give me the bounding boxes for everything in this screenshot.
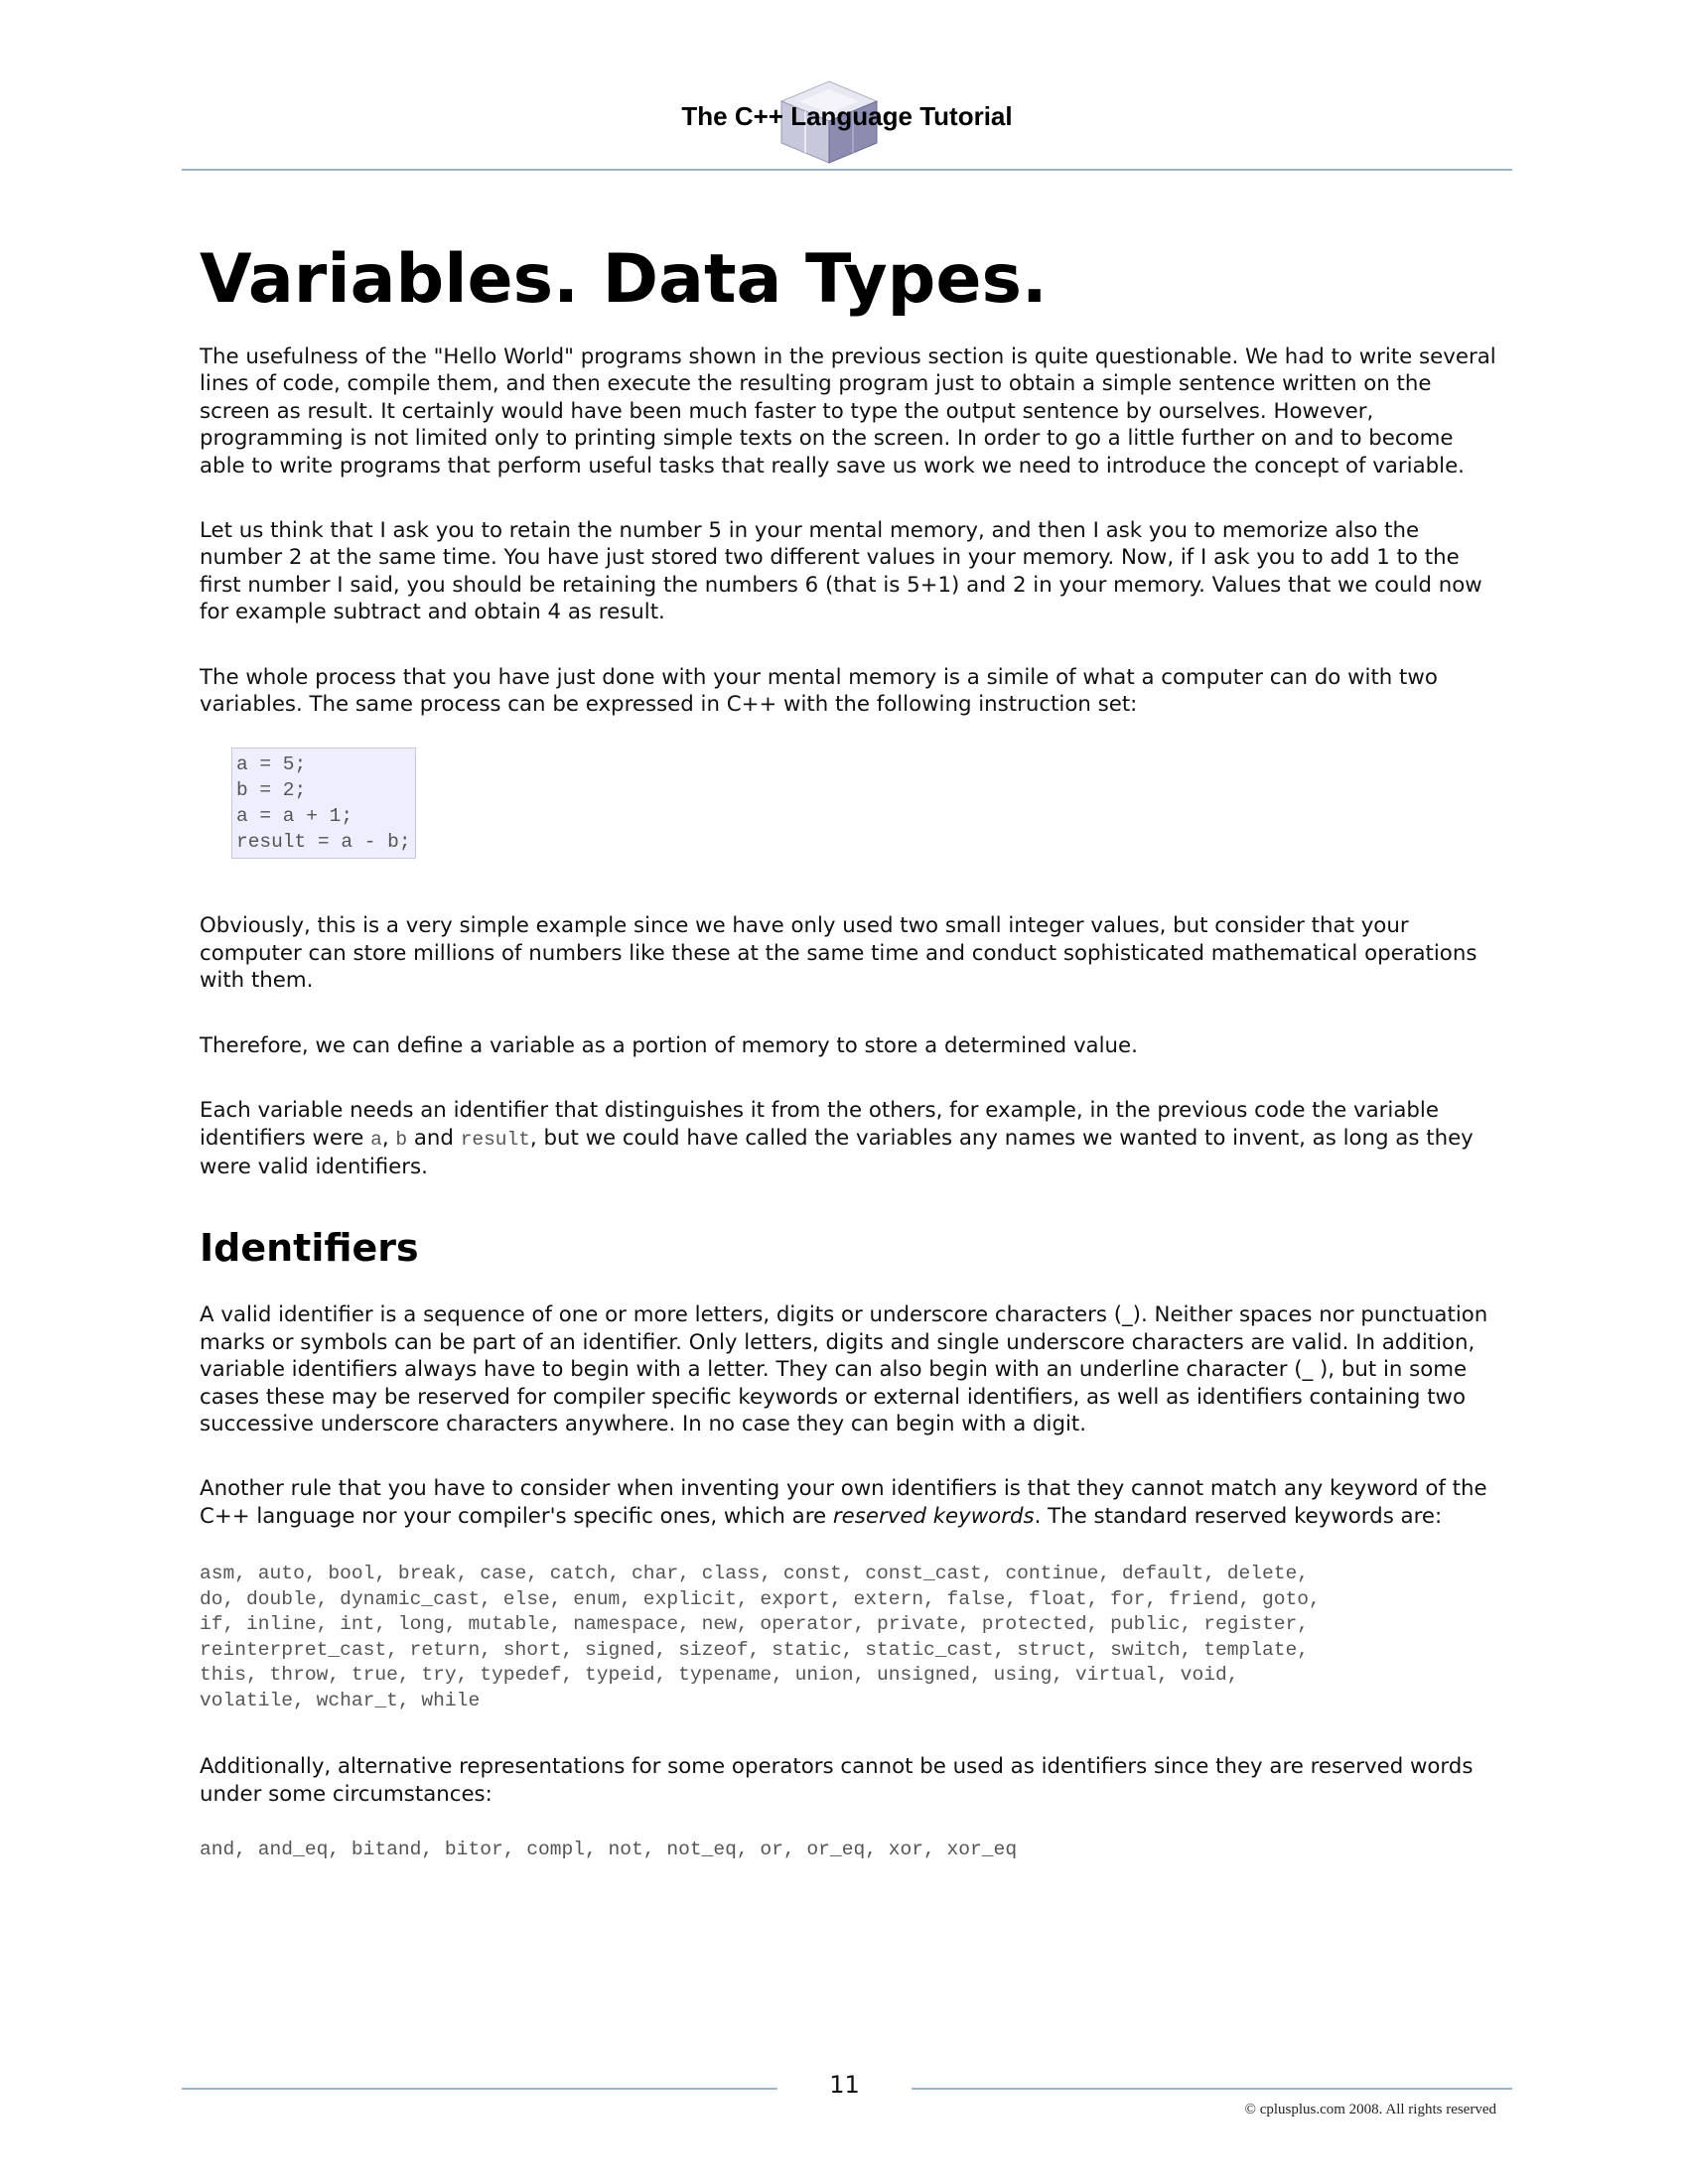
keyword-line: asm, auto, bool, break, case, catch, cha… (200, 1563, 1310, 1585)
code-line: a = a + 1; (236, 805, 353, 828)
paragraph-reserved-keywords: Another rule that you have to consider w… (200, 1475, 1500, 1530)
keyword-list: asm, auto, bool, break, case, catch, cha… (200, 1562, 1500, 1713)
alternative-keyword-list: and, and_eq, bitand, bitor, compl, not, … (200, 1838, 1018, 1860)
paragraph-identifiers-intro: Each variable needs an identifier that d… (200, 1097, 1500, 1180)
text-run: , (381, 1125, 396, 1151)
page-header: The C++ Language Tutorial (182, 79, 1512, 171)
paragraph-definition: Therefore, we can define a variable as a… (200, 1032, 1138, 1058)
page-number: 11 (829, 2071, 860, 2099)
inline-code-b: b (395, 1128, 408, 1151)
inline-code-result: result (460, 1128, 530, 1151)
paragraph-process: The whole process that you have just don… (200, 664, 1438, 718)
code-line: b = 2; (236, 779, 307, 802)
page-footer: 11 © cplusplus.com 2008. All rights rese… (182, 2070, 1512, 2117)
keyword-line: this, throw, true, try, typedef, typeid,… (200, 1664, 1239, 1687)
inline-code-a: a (370, 1128, 382, 1151)
paragraph-alternative-representations: Additionally, alternative representation… (200, 1754, 1474, 1807)
header-divider (182, 169, 1512, 171)
code-example: a = 5; b = 2; a = a + 1; result = a - b; (231, 748, 416, 860)
code-line: result = a - b; (236, 831, 411, 854)
paragraph-simple-example: Obviously, this is a very simple example… (200, 913, 1477, 994)
page-content: Variables. Data Types. The usefulness of… (200, 238, 1500, 1902)
keyword-line: if, inline, int, long, mutable, namespac… (200, 1613, 1310, 1636)
emphasis-reserved-keywords: reserved keywords (832, 1503, 1035, 1529)
paragraph-valid-identifier: A valid identifier is a sequence of one … (200, 1302, 1488, 1436)
code-line: a = 5; (236, 753, 307, 776)
keyword-line: reinterpret_cast, return, short, signed,… (200, 1638, 1310, 1661)
paragraph-mental-memory: Let us think that I ask you to retain th… (200, 518, 1482, 625)
text-run: and (407, 1125, 461, 1151)
footer-divider-right (912, 2088, 1512, 2090)
text-run: . The standard reserved keywords are: (1034, 1503, 1443, 1529)
section-heading-identifiers: Identifiers (200, 1226, 419, 1271)
keyword-line: do, double, dynamic_cast, else, enum, ex… (200, 1587, 1321, 1610)
header-title: The C++ Language Tutorial (681, 101, 1013, 131)
copyright-notice: © cplusplus.com 2008. All rights reserve… (1244, 2102, 1496, 2117)
paragraph-usefulness: The usefulness of the "Hello World" prog… (200, 344, 1496, 478)
footer-divider-left (182, 2088, 777, 2090)
page-title: Variables. Data Types. (200, 240, 1048, 319)
keyword-line: volatile, wchar_t, while (200, 1689, 481, 1711)
